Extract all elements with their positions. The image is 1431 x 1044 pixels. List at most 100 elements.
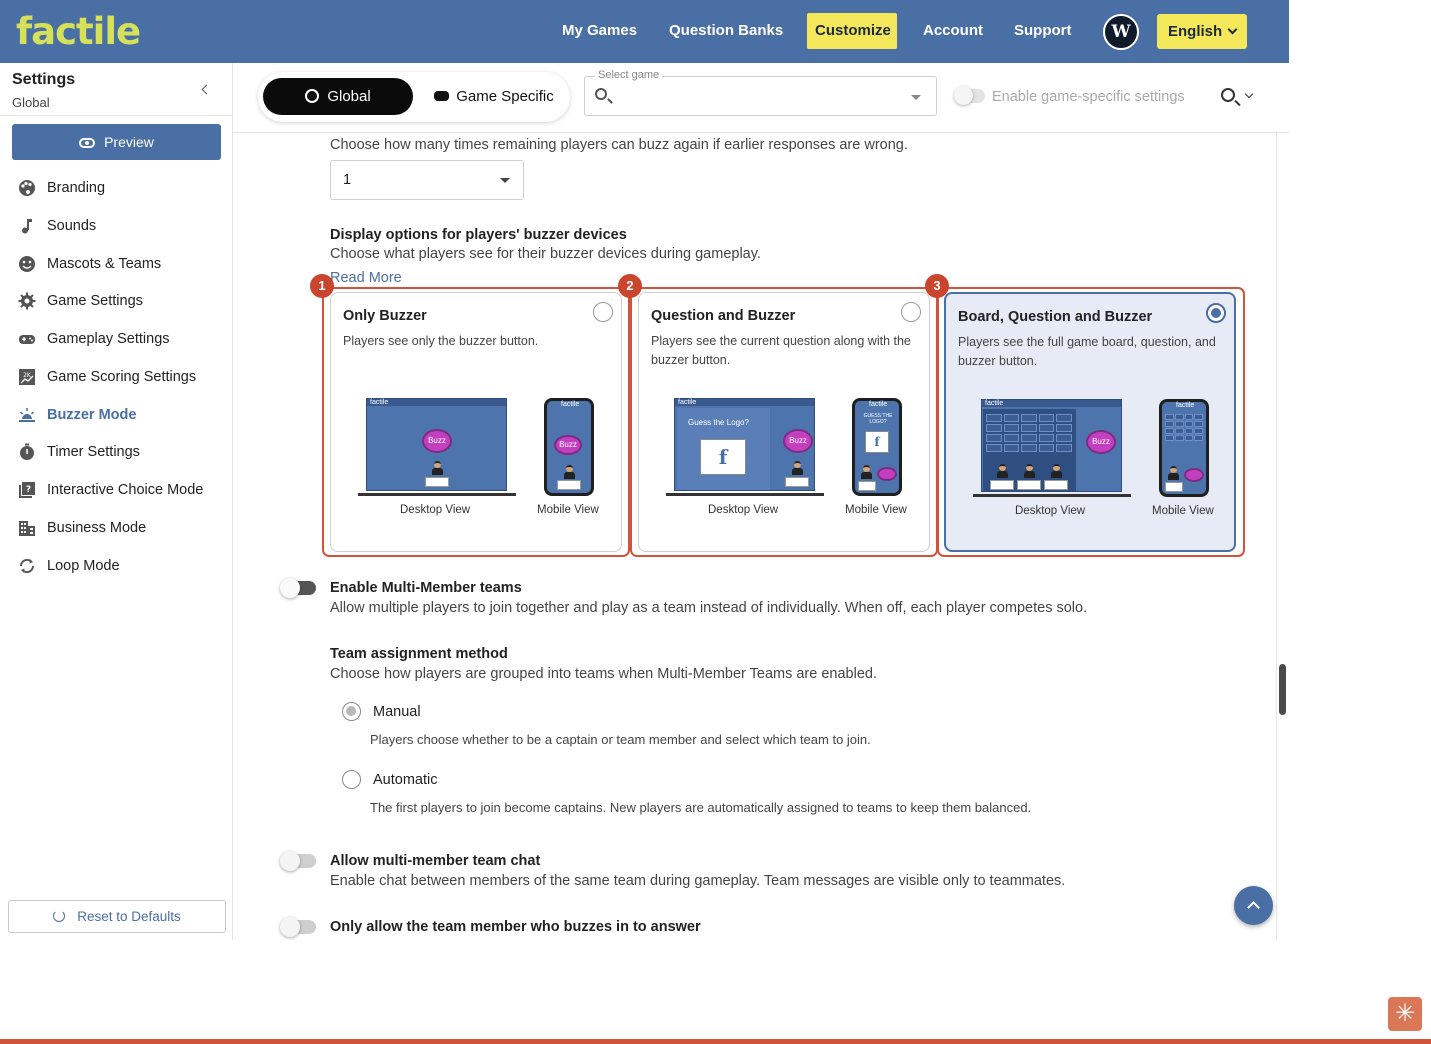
automatic-description: The first players to join become captain… xyxy=(370,800,1032,815)
automatic-label: Automatic xyxy=(373,772,438,788)
sidebar-item-branding[interactable]: Branding xyxy=(17,176,227,200)
settings-sidebar: Settings Global Preview Branding Sounds … xyxy=(0,63,233,940)
sidebar-item-label: Sounds xyxy=(47,218,97,234)
card-radio[interactable] xyxy=(901,302,921,322)
card-radio-selected[interactable] xyxy=(1206,303,1226,323)
tab-global-label: Global xyxy=(327,88,371,105)
sidebar-item-label: Timer Settings xyxy=(47,444,140,460)
display-options-title: Display options for players' buzzer devi… xyxy=(330,227,627,243)
scope-toggle: Global Game Specific xyxy=(258,72,570,122)
reset-icon xyxy=(53,910,66,922)
sidebar-item-timer-settings[interactable]: Timer Settings xyxy=(17,440,227,464)
card-title: Board, Question and Buzzer xyxy=(958,309,1153,325)
dropdown-caret-icon xyxy=(911,95,921,100)
sidebar-item-game-settings[interactable]: Game Settings xyxy=(17,289,227,313)
mobile-preview-image: factile xyxy=(1159,399,1209,497)
manual-label: Manual xyxy=(373,704,421,720)
globe-icon xyxy=(305,89,320,103)
bottom-accent-line xyxy=(0,1039,1431,1044)
card-title: Only Buzzer xyxy=(343,308,427,324)
read-more-link[interactable]: Read More xyxy=(330,270,402,286)
multi-member-title: Enable Multi-Member teams xyxy=(330,580,522,596)
team-chat-description: Enable chat between members of the same … xyxy=(330,873,1066,889)
manual-radio[interactable] xyxy=(342,702,361,721)
sidebar-item-business-mode[interactable]: Business Mode xyxy=(17,516,227,540)
factile-logo[interactable]: factile xyxy=(16,10,141,53)
mobile-preview-image: factile Buzz xyxy=(544,398,594,496)
automatic-radio[interactable] xyxy=(342,770,361,789)
sidebar-item-label: Business Mode xyxy=(47,520,147,536)
gamepad-icon xyxy=(434,91,450,101)
desktop-view-label: Desktop View xyxy=(1015,505,1086,517)
desktop-stand xyxy=(358,493,516,496)
game-specific-toggle-label: Enable game-specific settings xyxy=(992,89,1185,105)
dropdown-caret-icon xyxy=(500,178,510,183)
sidebar-item-buzzer-mode[interactable]: Buzzer Mode xyxy=(17,403,227,427)
page: factile My Games Question Banks Customiz… xyxy=(0,0,1431,1044)
sidebar-item-interactive-choice-mode[interactable]: ? Interactive Choice Mode xyxy=(17,478,227,502)
assistant-logo-icon[interactable]: ✳ xyxy=(1388,997,1422,1031)
gamepad-icon xyxy=(17,330,36,348)
step-badge-2: 2 xyxy=(618,274,642,298)
language-label: English xyxy=(1168,23,1223,40)
preview-label: Preview xyxy=(104,134,154,150)
select-game-input[interactable]: Select game xyxy=(584,69,937,116)
sidebar-item-sounds[interactable]: Sounds xyxy=(17,214,227,238)
mobile-view-label: Mobile View xyxy=(1152,505,1214,517)
eye-icon xyxy=(79,138,96,148)
top-nav-bar: factile My Games Question Banks Customiz… xyxy=(0,0,1289,63)
team-assignment-title: Team assignment method xyxy=(330,646,508,662)
chevron-down-icon[interactable] xyxy=(1244,89,1254,99)
sidebar-item-gameplay-settings[interactable]: Gameplay Settings xyxy=(17,327,227,351)
nav-question-banks[interactable]: Question Banks xyxy=(661,13,791,49)
sidebar-item-label: Gameplay Settings xyxy=(47,331,170,347)
sidebar-item-label: Game Scoring Settings xyxy=(47,369,197,385)
multi-member-toggle[interactable] xyxy=(280,578,316,598)
music-note-icon xyxy=(17,217,36,235)
collapse-sidebar-icon[interactable] xyxy=(201,84,212,95)
sidebar-item-label: Mascots & Teams xyxy=(47,256,162,272)
mobile-view-label: Mobile View xyxy=(845,504,907,516)
scrollbar-thumb[interactable] xyxy=(1279,664,1286,715)
game-specific-toggle[interactable] xyxy=(954,86,985,105)
desktop-preview-image: factile Buzz xyxy=(366,398,507,491)
sidebar-item-loop-mode[interactable]: Loop Mode xyxy=(17,554,227,578)
reset-to-defaults-button[interactable]: Reset to Defaults xyxy=(8,900,226,933)
option-card-board-question-and-buzzer[interactable]: Board, Question and Buzzer Players see t… xyxy=(944,292,1236,552)
language-dropdown[interactable]: English xyxy=(1157,14,1247,49)
stopwatch-icon xyxy=(17,443,36,461)
scrollbar-track[interactable] xyxy=(1276,133,1289,940)
search-icon xyxy=(595,88,607,100)
nav-account[interactable]: Account xyxy=(915,13,991,49)
option-card-question-and-buzzer[interactable]: Question and Buzzer Players see the curr… xyxy=(638,292,930,552)
sidebar-item-label: Game Settings xyxy=(47,293,143,309)
user-avatar[interactable]: W xyxy=(1103,14,1139,50)
team-chat-toggle[interactable] xyxy=(280,851,316,871)
scroll-to-top-button[interactable] xyxy=(1234,886,1273,925)
rebuzz-count-select[interactable]: 1 xyxy=(330,160,524,200)
desktop-preview-image: factile Guess the Logo? f Buzz xyxy=(674,398,815,491)
buzzer-answer-toggle[interactable] xyxy=(280,917,316,937)
option-card-only-buzzer[interactable]: Only Buzzer Players see only the buzzer … xyxy=(330,292,622,552)
mobile-view-label: Mobile View xyxy=(537,504,599,516)
tab-global[interactable]: Global xyxy=(263,78,413,115)
tab-game-specific[interactable]: Game Specific xyxy=(424,78,564,115)
sunrise-icon xyxy=(17,406,36,424)
nav-my-games[interactable]: My Games xyxy=(554,13,645,49)
buzzer-answer-title: Only allow the team member who buzzes in… xyxy=(330,919,701,935)
loop-icon xyxy=(17,557,36,575)
settings-search-icon[interactable] xyxy=(1221,88,1235,102)
step-badge-1: 1 xyxy=(310,274,334,298)
card-description: Players see only the buzzer button. xyxy=(343,334,539,348)
desktop-stand xyxy=(666,493,824,496)
buzzer-mode-settings: Choose how many times remaining players … xyxy=(233,133,1289,940)
nav-support[interactable]: Support xyxy=(1006,13,1080,49)
preview-button[interactable]: Preview xyxy=(12,124,221,160)
sidebar-title: Settings xyxy=(12,71,76,88)
card-radio[interactable] xyxy=(593,302,613,322)
desktop-view-label: Desktop View xyxy=(400,504,471,516)
sidebar-item-game-scoring-settings[interactable]: 2K Game Scoring Settings xyxy=(17,365,227,389)
sidebar-item-mascots-teams[interactable]: Mascots & Teams xyxy=(17,252,227,276)
nav-customize[interactable]: Customize xyxy=(807,13,897,49)
chevron-down-icon xyxy=(1227,24,1238,35)
